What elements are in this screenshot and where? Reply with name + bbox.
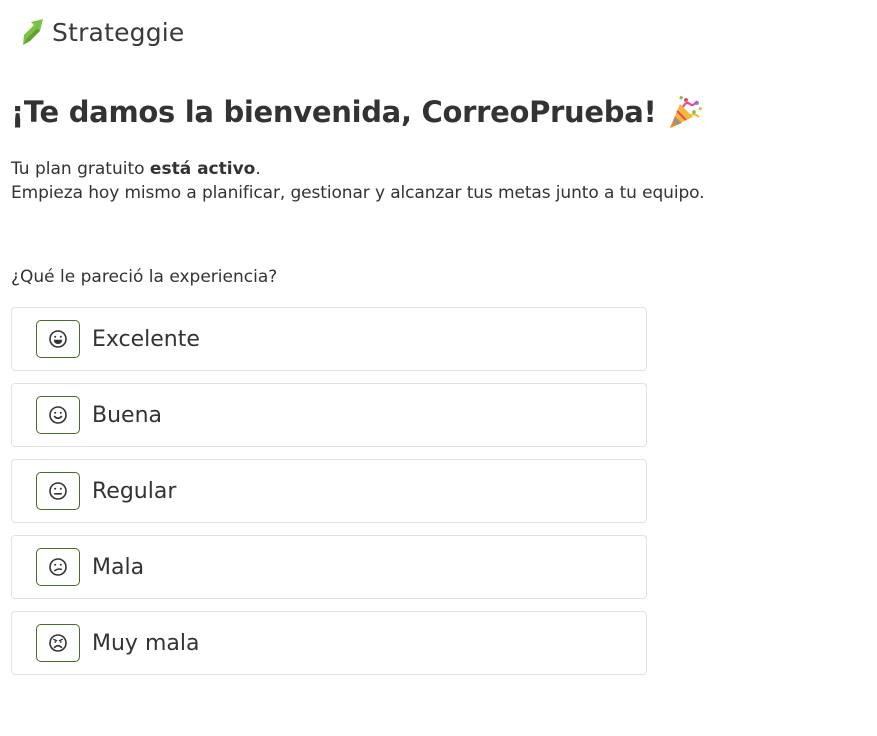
survey-question: ¿Qué le pareció la experiencia? <box>11 267 278 287</box>
confused-face-icon <box>36 548 80 586</box>
plan-suffix: . <box>255 159 261 179</box>
brand-logo[interactable]: Strateggie <box>20 15 185 49</box>
option-label: Mala <box>92 554 145 580</box>
smiling-face-icon <box>36 396 80 434</box>
option-label: Buena <box>92 402 162 428</box>
option-label: Muy mala <box>92 630 200 656</box>
option-label: Regular <box>92 478 177 504</box>
option-mala[interactable]: Mala <box>11 535 647 599</box>
plan-status: está activo <box>149 159 256 179</box>
grinning-face-icon <box>36 320 80 358</box>
welcome-heading: ¡Te damos la bienvenida, CorreoPrueba! <box>11 93 704 131</box>
leaf-arrow-logo-icon <box>23 19 43 45</box>
plan-status-text: Tu plan gratuito está activo. <box>11 157 261 181</box>
brand-name: Strateggie <box>52 17 185 47</box>
option-regular[interactable]: Regular <box>11 459 647 523</box>
angry-face-icon <box>36 624 80 662</box>
welcome-title: ¡Te damos la bienvenida, CorreoPrueba! <box>11 95 657 129</box>
option-muy-mala[interactable]: Muy mala <box>11 611 647 675</box>
welcome-page: Strateggie ¡Te damos la bienvenida, Corr… <box>0 0 877 736</box>
option-buena[interactable]: Buena <box>11 383 647 447</box>
welcome-subtitle: Empieza hoy mismo a planificar, gestiona… <box>11 183 705 203</box>
plan-prefix: Tu plan gratuito <box>11 159 150 179</box>
party-popper-icon <box>670 95 703 128</box>
neutral-face-icon <box>36 472 80 510</box>
survey-options: Excelente Buena Regular Mala Muy mala <box>11 307 647 687</box>
option-excelente[interactable]: Excelente <box>11 307 647 371</box>
option-label: Excelente <box>92 326 200 352</box>
